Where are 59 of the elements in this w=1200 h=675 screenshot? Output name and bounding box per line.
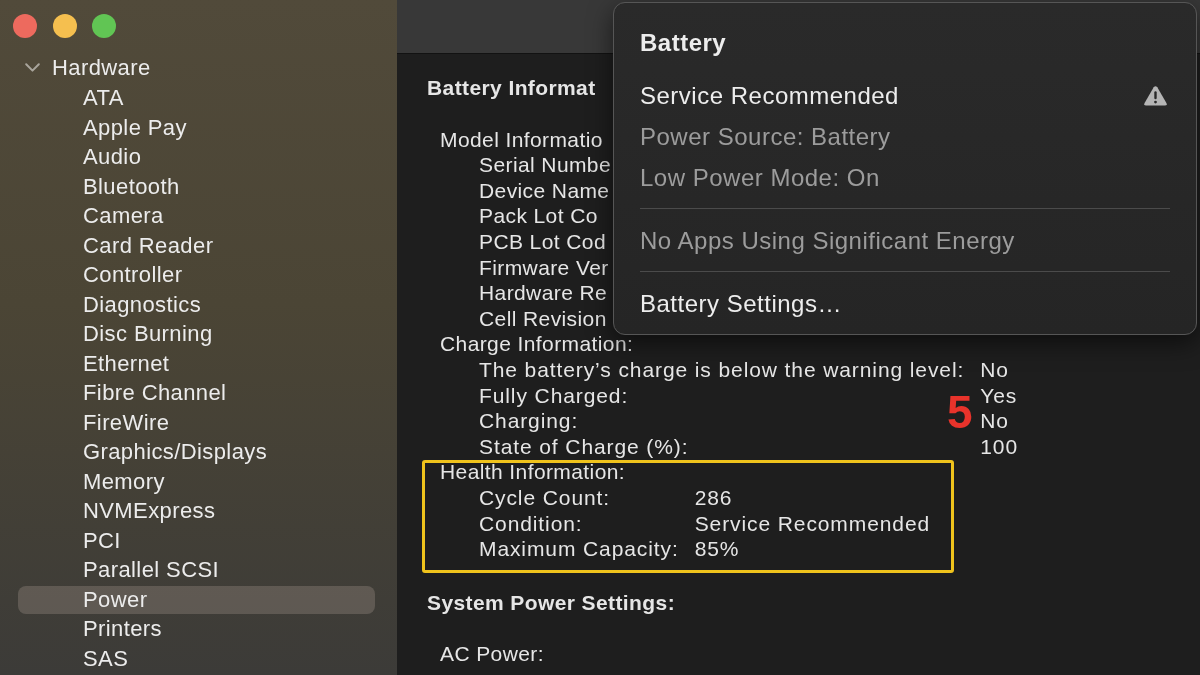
field-value: 100 bbox=[980, 433, 1018, 460]
group-title: AC Power: bbox=[440, 641, 544, 667]
field-label: Hardware Re bbox=[479, 280, 609, 306]
group-title: Charge Information: bbox=[440, 331, 634, 357]
field-label: Charging: bbox=[479, 408, 580, 434]
sidebar-item[interactable]: Ethernet bbox=[18, 349, 375, 378]
zoom-button[interactable] bbox=[92, 14, 116, 38]
sidebar-item[interactable]: Card Reader bbox=[18, 231, 375, 260]
field-label: Maximum Capacity: bbox=[479, 536, 679, 562]
sidebar-item[interactable]: Bluetooth bbox=[18, 172, 375, 201]
sidebar-item[interactable]: Parallel SCSI bbox=[18, 556, 375, 584]
sidebar-item[interactable]: ATA bbox=[18, 84, 375, 112]
field-value: Service Recommended bbox=[694, 510, 931, 537]
sidebar-item[interactable]: Diagnostics bbox=[18, 290, 375, 319]
field-label: Pack Lot Co bbox=[479, 203, 599, 229]
field-label: Device Name bbox=[479, 177, 611, 204]
sidebar-item[interactable]: PCI bbox=[18, 526, 375, 555]
field-label: Fully Charged: bbox=[479, 382, 630, 409]
group-title: Model Informatio bbox=[440, 126, 603, 153]
chevron-icon[interactable] bbox=[25, 63, 40, 73]
section-title: System Power Settings: bbox=[427, 589, 676, 616]
sidebar-item[interactable]: SAS bbox=[18, 644, 375, 673]
sidebar-item[interactable]: Camera bbox=[18, 202, 375, 230]
field-value: 85% bbox=[694, 536, 741, 562]
menu-item[interactable]: Battery Settings… bbox=[640, 289, 842, 318]
sidebar-item[interactable]: Disc Burning bbox=[18, 320, 375, 348]
sidebar-item[interactable]: Audio bbox=[18, 143, 375, 171]
group-title: Health Information: bbox=[440, 459, 626, 485]
field-value: Yes bbox=[980, 382, 1018, 409]
field-value: 286 bbox=[694, 484, 734, 511]
section-title: Battery Informat bbox=[427, 75, 596, 101]
field-label: State of Charge (%): bbox=[479, 433, 690, 460]
menu-item: Power Source: Battery bbox=[640, 122, 891, 151]
field-label: Firmware Ver bbox=[479, 254, 610, 281]
sidebar-item[interactable]: Power bbox=[18, 585, 375, 614]
sidebar-item[interactable]: Apple Pay bbox=[18, 113, 375, 142]
sidebar-item[interactable]: Fibre Channel bbox=[18, 379, 375, 407]
sidebar-item[interactable]: Graphics/Displays bbox=[18, 438, 375, 466]
sidebar-item[interactable]: Printers bbox=[18, 615, 375, 643]
field-value: No bbox=[980, 408, 1010, 434]
field-label: Condition: bbox=[479, 510, 584, 537]
menu-item: Low Power Mode: On bbox=[640, 163, 880, 192]
field-value: No bbox=[980, 356, 1010, 383]
close-button[interactable] bbox=[13, 14, 37, 38]
field-label: Cycle Count: bbox=[479, 484, 612, 511]
field-label: Cell Revision bbox=[479, 305, 608, 332]
sidebar-item[interactable]: NVMExpress bbox=[18, 497, 375, 525]
sidebar-item[interactable]: FireWire bbox=[18, 408, 375, 437]
sidebar-item[interactable]: Memory bbox=[18, 467, 375, 496]
menu-item: No Apps Using Significant Energy bbox=[640, 226, 1015, 255]
step-number: 5 bbox=[947, 389, 973, 435]
field-label: The battery’s charge is below the warning level: bbox=[479, 356, 965, 383]
minimize-button[interactable] bbox=[52, 14, 77, 38]
field-label: PCB Lot Cod bbox=[479, 228, 607, 255]
menu-title: Battery bbox=[640, 28, 727, 58]
menu-item[interactable]: Service Recommended bbox=[640, 81, 899, 110]
field-label: Serial Numbe bbox=[479, 152, 612, 178]
tree-group-label[interactable]: Hardware bbox=[52, 54, 151, 81]
sidebar-item[interactable]: Controller bbox=[18, 261, 375, 289]
